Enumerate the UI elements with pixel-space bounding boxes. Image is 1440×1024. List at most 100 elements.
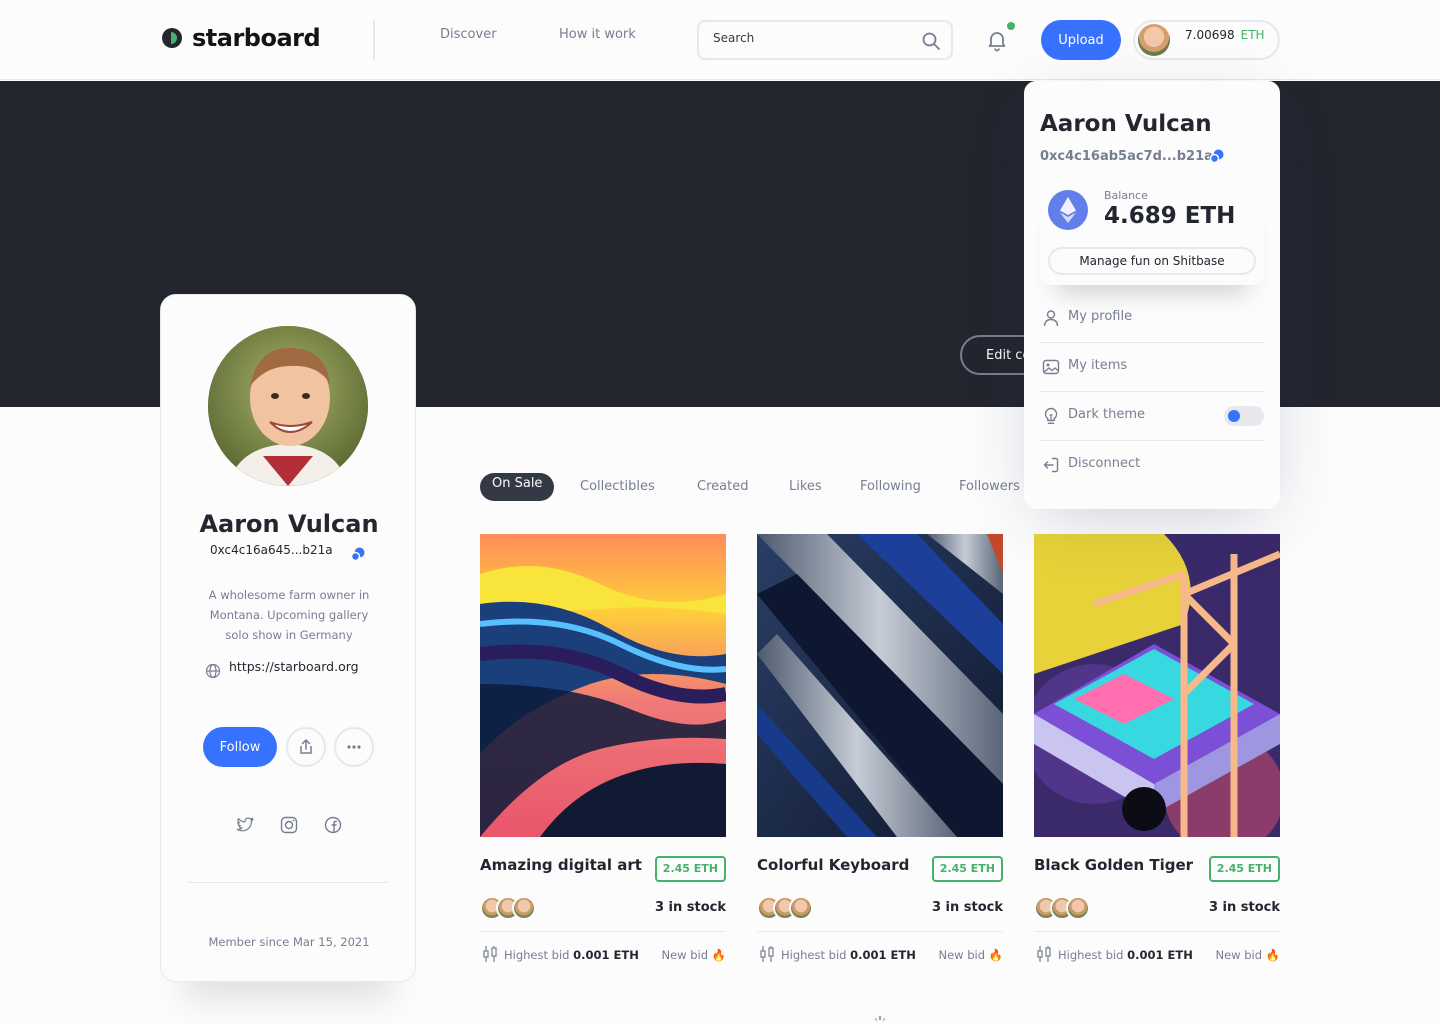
stock-count: 3 in stock: [1208, 900, 1280, 915]
item-card[interactable]: Colorful Keyboard 2.45 ETH 3 in stock Hi…: [757, 534, 1003, 962]
instagram-icon[interactable]: [279, 815, 299, 835]
brand-logo[interactable]: starboard: [162, 24, 321, 52]
member-since: Member since Mar 15, 2021: [208, 935, 370, 949]
menu-item-label: Dark theme: [1068, 407, 1145, 422]
item-title: Amazing digital art: [480, 856, 642, 874]
profile-bio: A wholesome farm owner in Montana. Upcom…: [208, 588, 370, 642]
ethereum-icon: [1048, 190, 1088, 230]
nav-discover[interactable]: Discover: [440, 27, 497, 42]
search-box: [697, 20, 953, 60]
menu-item-disconnect[interactable]: Disconnect: [1040, 442, 1264, 490]
logout-icon: [1043, 457, 1059, 473]
avatar: [1066, 896, 1090, 920]
item-title: Colorful Keyboard: [757, 856, 910, 874]
menu-item-label: My profile: [1068, 309, 1133, 324]
item-divider: [1034, 931, 1280, 932]
header-divider: [373, 20, 375, 60]
avatar: [789, 896, 813, 920]
avatar: [1138, 24, 1170, 56]
copy-icon[interactable]: [350, 546, 366, 562]
profile-card: Aaron Vulcan 0xc4c16a645...b21a A wholes…: [160, 294, 416, 982]
menu-item-my-profile[interactable]: My profile: [1040, 295, 1264, 343]
bidder-avatars: [757, 896, 817, 920]
tab-created[interactable]: Created: [697, 473, 748, 501]
item-price-badge: 2.45 ETH: [1208, 856, 1280, 882]
item-divider: [480, 931, 726, 932]
logo-icon: [162, 28, 182, 48]
new-bid-link[interactable]: New bid 🔥: [938, 948, 1003, 962]
item-card[interactable]: Black Golden Tiger 2.45 ETH 3 in stock H…: [1034, 534, 1280, 962]
user-dropdown-menu: Aaron Vulcan 0xc4c16ab5ac7d...b21a Balan…: [1024, 81, 1280, 509]
profile-avatar: [208, 326, 368, 486]
search-input[interactable]: [713, 31, 913, 45]
notification-dot: [1005, 20, 1017, 32]
dropdown-user-name: Aaron Vulcan: [1040, 111, 1212, 137]
brand-name: starboard: [192, 24, 321, 52]
fire-icon: 🔥: [988, 948, 1003, 962]
item-divider: [757, 931, 1003, 932]
menu-item-label: My items: [1068, 358, 1128, 373]
candlestick-icon: [1037, 946, 1051, 962]
follow-button[interactable]: Follow: [203, 727, 277, 767]
menu-item-my-items[interactable]: My items: [1040, 344, 1264, 392]
fire-icon: 🔥: [1265, 948, 1280, 962]
nav-how-it-work[interactable]: How it work: [559, 27, 636, 42]
bidder-avatars: [480, 896, 540, 920]
item-title: Black Golden Tiger: [1034, 856, 1194, 874]
balance-label: Balance: [1104, 189, 1148, 202]
notification-bell-icon[interactable]: [985, 28, 1009, 52]
avatar: [512, 896, 536, 920]
item-image[interactable]: [480, 534, 726, 837]
share-button[interactable]: [286, 727, 326, 767]
tab-likes[interactable]: Likes: [789, 473, 822, 501]
profile-name: Aaron Vulcan: [199, 510, 379, 538]
loading-spinner-icon: [874, 1016, 886, 1022]
tab-collectibles[interactable]: Collectibles: [580, 473, 655, 501]
item-price-badge: 2.45 ETH: [931, 856, 1003, 882]
copy-icon[interactable]: [1209, 148, 1225, 164]
upload-button[interactable]: Upload: [1041, 20, 1121, 60]
facebook-icon[interactable]: [323, 815, 343, 835]
candlestick-icon: [483, 946, 497, 962]
profile-photo: [208, 326, 368, 486]
item-image[interactable]: [757, 534, 1003, 837]
twitter-icon[interactable]: [235, 815, 255, 835]
candlestick-icon: [760, 946, 774, 962]
item-price-badge: 2.45 ETH: [654, 856, 726, 882]
image-icon: [1042, 359, 1060, 375]
item-card[interactable]: Amazing digital art 2.45 ETH 3 in stock …: [480, 534, 726, 962]
dropdown-wallet-address: 0xc4c16ab5ac7d...b21a: [1040, 149, 1213, 164]
profile-website-link[interactable]: https://starboard.org: [229, 659, 359, 674]
wallet-button[interactable]: 7.00698 ETH: [1133, 20, 1280, 60]
share-icon: [300, 739, 312, 754]
stock-count: 3 in stock: [654, 900, 726, 915]
highest-bid: Highest bid 0.001 ETH: [504, 948, 639, 962]
bulb-icon: [1044, 407, 1058, 424]
toggle-knob: [1228, 410, 1240, 422]
wallet-balance: 7.00698 ETH: [1185, 28, 1265, 42]
tab-on-sale[interactable]: On Sale: [480, 473, 555, 501]
bidder-avatars: [1034, 896, 1094, 920]
new-bid-link[interactable]: New bid 🔥: [1215, 948, 1280, 962]
menu-item-dark-theme[interactable]: Dark theme: [1040, 393, 1264, 441]
card-divider: [188, 882, 388, 883]
manage-funds-button[interactable]: Manage fun on Shitbase: [1048, 247, 1256, 275]
tab-following[interactable]: Following: [860, 473, 921, 501]
user-icon: [1043, 310, 1059, 327]
highest-bid: Highest bid 0.001 ETH: [1058, 948, 1193, 962]
stock-count: 3 in stock: [931, 900, 1003, 915]
globe-icon: [205, 663, 221, 679]
highest-bid: Highest bid 0.001 ETH: [781, 948, 916, 962]
new-bid-link[interactable]: New bid 🔥: [661, 948, 726, 962]
top-header: starboard Discover How it work Upload 7.…: [0, 0, 1440, 80]
search-icon[interactable]: [921, 31, 941, 51]
more-dots-icon: [347, 745, 361, 749]
dark-theme-toggle[interactable]: [1224, 406, 1264, 426]
menu-item-label: Disconnect: [1068, 456, 1141, 471]
tab-followers[interactable]: Followers: [959, 473, 1020, 501]
more-options-button[interactable]: [334, 727, 374, 767]
item-image[interactable]: [1034, 534, 1280, 837]
fire-icon: 🔥: [711, 948, 726, 962]
balance-card: Balance 4.689 ETH Manage fun on Shitbase: [1040, 181, 1264, 285]
wallet-address: 0xc4c16a645...b21a: [210, 543, 333, 557]
